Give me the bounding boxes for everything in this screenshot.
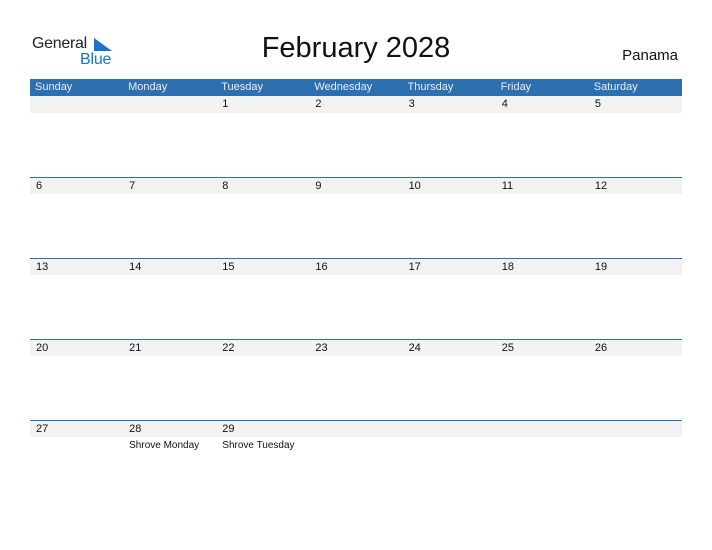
day-number: 28 <box>129 423 142 435</box>
day-cell: 21 <box>123 339 216 420</box>
weekday-thursday: Thursday <box>407 81 454 93</box>
day-number: 11 <box>501 180 514 192</box>
day-number: 5 <box>594 98 601 110</box>
day-number: 8 <box>222 180 229 192</box>
weekday-header: Sunday Monday Tuesday Wednesday Thursday… <box>30 79 682 96</box>
day-cell: 8 <box>216 177 309 258</box>
day-number: 16 <box>315 261 328 273</box>
day-number: 1 <box>222 98 229 110</box>
holiday-label: Shrove Monday <box>129 440 200 451</box>
day-cell: 15 <box>216 258 309 339</box>
day-cell: 13 <box>30 258 123 339</box>
day-number: 27 <box>36 423 49 435</box>
day-cell: 25 <box>496 339 589 420</box>
day-cell: 14 <box>123 258 216 339</box>
day-number: 22 <box>222 342 235 354</box>
week-row: 1 2 3 4 5 <box>30 96 682 177</box>
day-cell: 12 <box>589 177 682 258</box>
day-cell: 26 <box>589 339 682 420</box>
week-row: 6 7 8 9 10 11 12 <box>30 177 682 258</box>
week-row: 13 14 15 16 17 18 19 <box>30 258 682 339</box>
day-number: 26 <box>594 342 608 354</box>
day-cell: 17 <box>403 258 496 339</box>
day-number: 9 <box>315 180 322 192</box>
calendar-title: February 2028 <box>261 32 451 64</box>
day-number: 12 <box>594 180 608 192</box>
day-cell: 4 <box>496 96 589 177</box>
country-label: Panama <box>622 47 678 64</box>
day-cell: 16 <box>309 258 402 339</box>
day-cell: 7 <box>123 177 216 258</box>
day-cell: 23 <box>309 339 402 420</box>
day-cell: 29 Shrove Tuesday <box>216 420 309 501</box>
day-cell <box>309 420 402 501</box>
day-cell <box>123 96 216 177</box>
day-number: 18 <box>501 261 514 273</box>
day-cell: 9 <box>309 177 402 258</box>
day-number: 10 <box>408 180 421 192</box>
day-cell: 3 <box>403 96 496 177</box>
day-cell: 10 <box>403 177 496 258</box>
weekday-friday: Friday <box>500 81 532 93</box>
day-cell: 6 <box>30 177 123 258</box>
day-cell: 1 <box>216 96 309 177</box>
day-number: 19 <box>594 261 608 273</box>
day-cell: 22 <box>216 339 309 420</box>
day-number: 7 <box>129 180 136 192</box>
day-cell: 19 <box>589 258 682 339</box>
weekday-monday: Monday <box>128 81 168 93</box>
day-cell: 2 <box>309 96 402 177</box>
day-number: 17 <box>408 261 421 273</box>
weekday-saturday: Saturday <box>593 81 638 93</box>
day-cell <box>403 420 496 501</box>
week-row: 27 28 Shrove Monday 29 Shrove Tuesday <box>30 420 682 501</box>
day-cell: 27 <box>30 420 123 501</box>
day-number: 13 <box>36 261 49 273</box>
weekday-sunday: Sunday <box>35 81 73 93</box>
day-number: 24 <box>408 342 421 354</box>
day-number: 4 <box>501 98 508 110</box>
day-number: 14 <box>129 261 142 273</box>
weekday-wednesday: Wednesday <box>314 81 373 93</box>
holiday-label: Shrove Tuesday <box>222 440 295 451</box>
day-number: 21 <box>129 342 142 354</box>
day-cell <box>589 420 682 501</box>
day-number: 15 <box>222 261 235 273</box>
weekday-tuesday: Tuesday <box>221 81 264 93</box>
day-number: 3 <box>408 98 415 110</box>
week-row: 20 21 22 23 24 25 26 <box>30 339 682 420</box>
day-number: 2 <box>315 98 322 110</box>
day-number: 6 <box>36 180 43 192</box>
day-cell: 20 <box>30 339 123 420</box>
day-cell: 24 <box>403 339 496 420</box>
day-cell: 5 <box>589 96 682 177</box>
day-number: 25 <box>501 342 514 354</box>
day-number: 23 <box>315 342 328 354</box>
day-cell: 28 Shrove Monday <box>123 420 216 501</box>
day-number: 20 <box>36 342 49 354</box>
day-cell <box>496 420 589 501</box>
day-cell <box>30 96 123 177</box>
day-number: 29 <box>222 423 235 435</box>
day-cell: 11 <box>496 177 589 258</box>
day-cell: 18 <box>496 258 589 339</box>
